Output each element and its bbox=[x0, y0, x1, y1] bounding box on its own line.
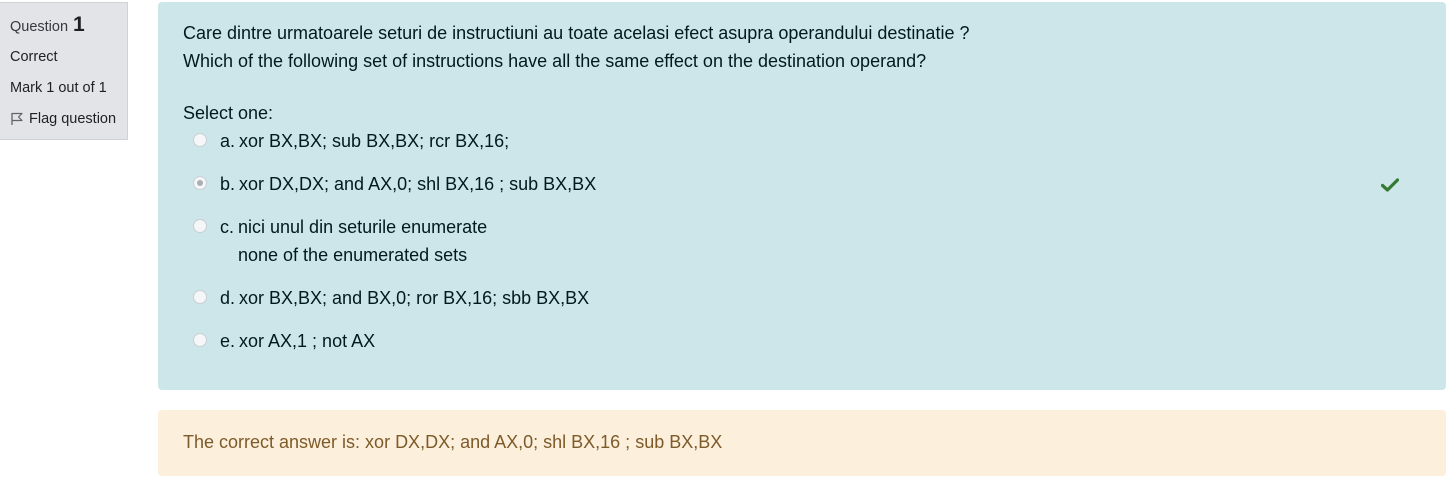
answer-label-c: c. nici unul din seturile enumerate none … bbox=[220, 213, 487, 269]
select-one-prompt: Select one: bbox=[183, 103, 274, 123]
check-icon bbox=[1380, 176, 1400, 197]
answer-label-e: e. xor AX,1 ; not AX bbox=[220, 327, 375, 355]
correct-answer-feedback: The correct answer is: xor DX,DX; and AX… bbox=[158, 410, 1446, 476]
answer-option-b[interactable]: b. xor DX,DX; and AX,0; shl BX,16 ; sub B… bbox=[183, 170, 1421, 198]
answer-letter: e. bbox=[220, 331, 236, 351]
question-number: Question 1 bbox=[10, 13, 127, 37]
answer-label-b: b. xor DX,DX; and AX,0; shl BX,16 ; sub B… bbox=[220, 170, 596, 198]
answer-letter: a. bbox=[220, 131, 236, 151]
answer-letter: d. bbox=[220, 288, 236, 308]
feedback-text: The correct answer is: xor DX,DX; and AX… bbox=[183, 432, 723, 452]
answer-text: xor DX,DX; and AX,0; shl BX,16 ; sub BX,… bbox=[239, 174, 597, 194]
answer-option-d[interactable]: d. xor BX,BX; and BX,0; ror BX,16; sbb BX… bbox=[183, 284, 1421, 312]
radio-option-b[interactable] bbox=[193, 176, 207, 190]
answer-options: a. xor BX,BX; sub BX,BX; rcr BX,16; b. xor… bbox=[183, 127, 1421, 355]
question-formulation: Care dintre urmatoarele seturi de instru… bbox=[158, 2, 1446, 390]
question-text-english: Which of the following set of instructio… bbox=[183, 51, 927, 71]
answer-text: nici unul din seturile enumerate bbox=[238, 217, 488, 237]
question-label: Question bbox=[10, 19, 69, 35]
question-text-romanian: Care dintre urmatoarele seturi de instru… bbox=[183, 23, 970, 43]
flag-question-link[interactable]: Flag question bbox=[10, 111, 127, 127]
answer-label-a: a. xor BX,BX; sub BX,BX; rcr BX,16; bbox=[220, 127, 509, 155]
answer-text: xor BX,BX; and BX,0; ror BX,16; sbb BX,B… bbox=[239, 288, 590, 308]
flag-icon bbox=[10, 112, 24, 126]
answer-option-a[interactable]: a. xor BX,BX; sub BX,BX; rcr BX,16; bbox=[183, 127, 1421, 155]
radio-option-c[interactable] bbox=[193, 219, 207, 233]
answer-text-secondary: none of the enumerated sets bbox=[238, 245, 468, 265]
answer-text: xor BX,BX; sub BX,BX; rcr BX,16; bbox=[239, 131, 510, 151]
radio-option-a[interactable] bbox=[193, 133, 207, 147]
answer-option-c[interactable]: c. nici unul din seturile enumerate none … bbox=[183, 213, 1421, 269]
answer-text: xor AX,1 ; not AX bbox=[239, 331, 376, 351]
question-grade: Mark 1 out of 1 bbox=[10, 80, 107, 96]
radio-option-d[interactable] bbox=[193, 290, 207, 304]
flag-question-label: Flag question bbox=[29, 111, 117, 127]
answer-label-d: d. xor BX,BX; and BX,0; ror BX,16; sbb BX… bbox=[220, 284, 589, 312]
radio-option-e[interactable] bbox=[193, 333, 207, 347]
question-info-panel: Question 1 Correct Mark 1 out of 1 Flag … bbox=[0, 2, 128, 140]
question-number-value: 1 bbox=[73, 13, 85, 36]
answer-letter: b. bbox=[220, 174, 236, 194]
answer-letter: c. bbox=[220, 217, 235, 237]
question-state: Correct bbox=[10, 49, 58, 65]
answer-option-e[interactable]: e. xor AX,1 ; not AX bbox=[183, 327, 1421, 355]
